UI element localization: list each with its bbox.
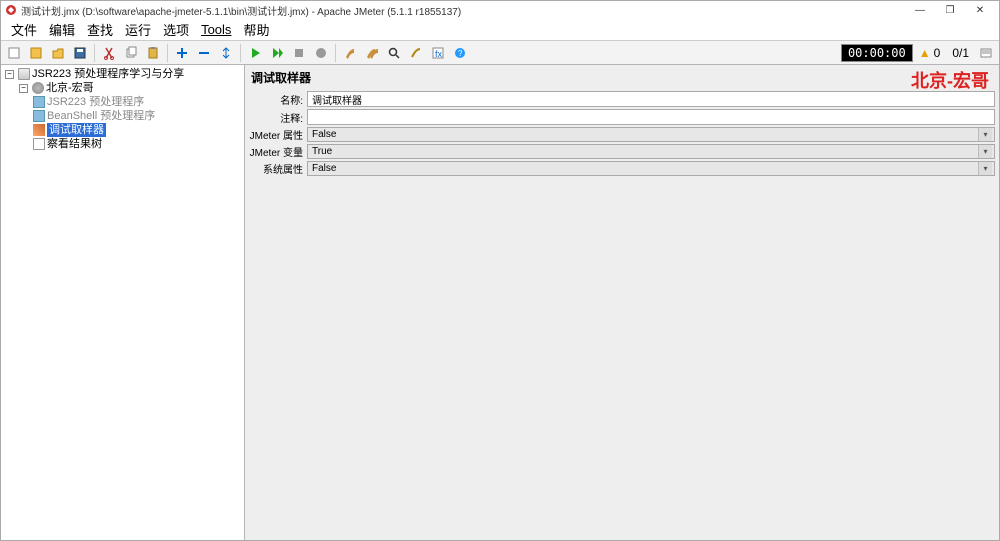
clear-button[interactable] — [340, 43, 360, 63]
tree-node-view-results-tree[interactable]: 察看结果树 — [33, 137, 242, 151]
start-no-timers-button[interactable] — [267, 43, 287, 63]
tree-node-beanshell-preprocessor[interactable]: BeanShell 预处理程序 — [33, 109, 242, 123]
tree-label: BeanShell 预处理程序 — [47, 109, 155, 123]
test-plan-icon — [18, 68, 30, 80]
menu-edit[interactable]: 编辑 — [43, 18, 81, 41]
chevron-down-icon: ▾ — [978, 162, 992, 175]
name-label: 名称: — [249, 92, 307, 107]
menu-bar: 文件 编辑 查找 运行 选项 Tools 帮助 — [1, 19, 999, 41]
tree-label: JSR223 预处理程序学习与分享 — [32, 67, 184, 81]
svg-text:?: ? — [458, 49, 463, 58]
combo-value: False — [312, 163, 336, 174]
warning-icon: ▲ — [919, 46, 931, 60]
window-maximize-button[interactable]: ❐ — [935, 1, 965, 19]
menu-tools[interactable]: Tools — [195, 20, 237, 39]
save-button[interactable] — [70, 43, 90, 63]
window-close-button[interactable]: ✕ — [965, 1, 995, 19]
jmeter-icon — [5, 4, 17, 16]
window-minimize-button[interactable]: — — [905, 1, 935, 19]
jmeter-properties-label: JMeter 属性 — [249, 127, 307, 142]
panel-title: 调试取样器 — [245, 65, 999, 90]
window-titlebar: 测试计划.jmx (D:\software\apache-jmeter-5.1.… — [1, 1, 999, 19]
tree-node-debug-sampler[interactable]: 调试取样器 — [33, 123, 242, 137]
thread-group-icon — [32, 82, 44, 94]
svg-text:fx: fx — [435, 49, 443, 59]
shutdown-button[interactable] — [311, 43, 331, 63]
open-button[interactable] — [48, 43, 68, 63]
toggle-button[interactable] — [216, 43, 236, 63]
tree-node-test-plan[interactable]: − JSR223 预处理程序学习与分享 — [5, 67, 242, 81]
combo-value: True — [312, 146, 332, 157]
sampler-icon — [33, 124, 45, 136]
chevron-down-icon: ▾ — [978, 145, 992, 158]
tree-node-thread-group[interactable]: − 北京-宏哥 — [19, 81, 242, 95]
combo-value: False — [312, 129, 336, 140]
copy-button[interactable] — [121, 43, 141, 63]
collapse-button[interactable] — [194, 43, 214, 63]
start-button[interactable] — [245, 43, 265, 63]
jmeter-variables-combo[interactable]: True ▾ — [307, 144, 995, 159]
warning-count: ▲ 0 — [913, 46, 947, 60]
jmeter-variables-label: JMeter 变量 — [249, 144, 307, 159]
listener-icon — [33, 138, 45, 150]
collapse-icon[interactable]: − — [5, 70, 14, 79]
preprocessor-icon — [33, 96, 45, 108]
tree-label: JSR223 预处理程序 — [47, 95, 144, 109]
test-plan-tree[interactable]: − JSR223 预处理程序学习与分享 − 北京-宏哥 — [1, 65, 245, 540]
paste-button[interactable] — [143, 43, 163, 63]
editor-panel: 北京-宏哥 调试取样器 名称: 注释: JMeter 属性 False ▾ JM… — [245, 65, 999, 540]
collapse-icon[interactable]: − — [19, 84, 28, 93]
function-helper-button[interactable]: fx — [428, 43, 448, 63]
name-input[interactable] — [307, 91, 995, 107]
tree-label: 北京-宏哥 — [46, 81, 94, 95]
stop-button[interactable] — [289, 43, 309, 63]
tree-label-selected: 调试取样器 — [47, 123, 106, 137]
menu-help[interactable]: 帮助 — [237, 18, 275, 41]
menu-options[interactable]: 选项 — [157, 18, 195, 41]
comment-label: 注释: — [249, 110, 307, 125]
search-button[interactable] — [384, 43, 404, 63]
runtime-display: 00:00:00 — [841, 44, 913, 62]
thread-count: 0/1 — [946, 46, 975, 60]
system-properties-label: 系统属性 — [249, 161, 307, 176]
jmeter-properties-combo[interactable]: False ▾ — [307, 127, 995, 142]
expand-button[interactable] — [172, 43, 192, 63]
menu-run[interactable]: 运行 — [119, 18, 157, 41]
log-toggle-button[interactable] — [976, 43, 996, 63]
menu-search[interactable]: 查找 — [81, 18, 119, 41]
templates-button[interactable] — [26, 43, 46, 63]
tree-node-jsr223-preprocessor[interactable]: JSR223 预处理程序 — [33, 95, 242, 109]
system-properties-combo[interactable]: False ▾ — [307, 161, 995, 176]
help-button[interactable]: ? — [450, 43, 470, 63]
cut-button[interactable] — [99, 43, 119, 63]
chevron-down-icon: ▾ — [978, 128, 992, 141]
menu-file[interactable]: 文件 — [5, 18, 43, 41]
preprocessor-icon — [33, 110, 45, 122]
warning-count-value: 0 — [934, 46, 941, 60]
tree-label: 察看结果树 — [47, 137, 102, 151]
toolbar: fx ? 00:00:00 ▲ 0 0/1 — [1, 41, 999, 65]
reset-search-button[interactable] — [406, 43, 426, 63]
comment-input[interactable] — [307, 109, 995, 125]
new-button[interactable] — [4, 43, 24, 63]
window-title: 测试计划.jmx (D:\software\apache-jmeter-5.1.… — [21, 3, 905, 18]
clear-all-button[interactable] — [362, 43, 382, 63]
